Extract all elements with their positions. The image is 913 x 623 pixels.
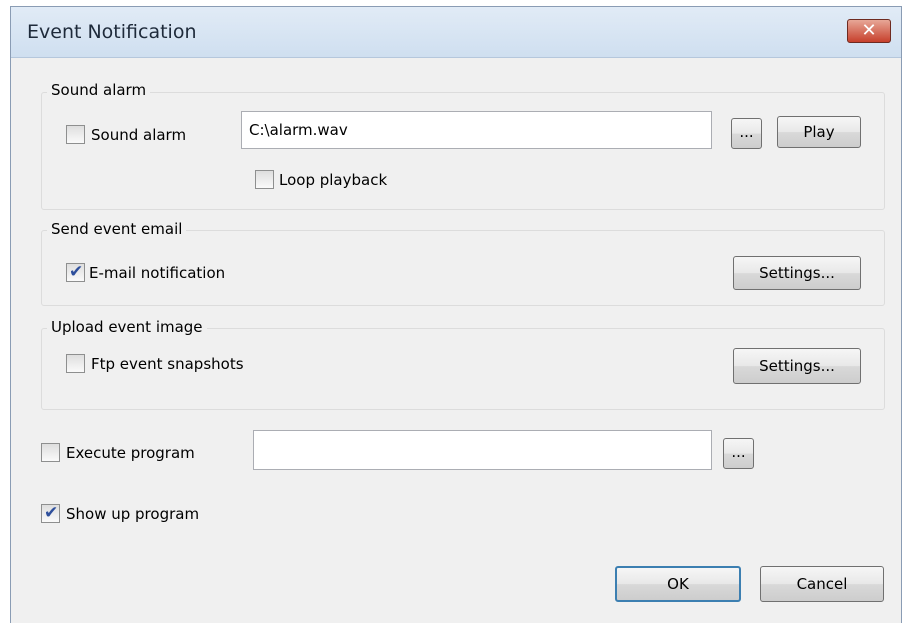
execute-program-checkbox[interactable] bbox=[41, 443, 60, 462]
show-up-program-checkbox[interactable] bbox=[41, 503, 60, 523]
email-settings-button[interactable]: Settings... bbox=[733, 256, 861, 290]
ftp-snapshots-label[interactable]: Ftp event snapshots bbox=[91, 355, 244, 373]
alarm-file-input[interactable]: C:\alarm.wav bbox=[241, 111, 712, 149]
event-notification-dialog: Event Notification ✕ Sound alarm Sound a… bbox=[10, 6, 902, 623]
execute-program-label[interactable]: Execute program bbox=[66, 444, 195, 462]
ftp-snapshots-checkbox[interactable] bbox=[66, 354, 85, 373]
loop-playback-label[interactable]: Loop playback bbox=[279, 171, 387, 189]
dialog-body: Sound alarm Sound alarm C:\alarm.wav ...… bbox=[11, 58, 901, 623]
ftp-settings-button[interactable]: Settings... bbox=[733, 348, 861, 384]
ok-button[interactable]: OK bbox=[615, 566, 741, 602]
sound-alarm-checkbox[interactable] bbox=[66, 125, 85, 144]
sound-alarm-checkbox-label[interactable]: Sound alarm bbox=[91, 126, 186, 144]
window-title: Event Notification bbox=[27, 21, 197, 43]
loop-playback-checkbox[interactable] bbox=[255, 170, 274, 189]
execute-program-input[interactable] bbox=[253, 430, 712, 470]
send-email-group-legend: Send event email bbox=[47, 220, 187, 238]
title-bar: Event Notification ✕ bbox=[11, 7, 901, 58]
email-notification-label[interactable]: E-mail notification bbox=[89, 264, 225, 282]
cancel-button[interactable]: Cancel bbox=[760, 566, 884, 602]
email-notification-checkbox[interactable] bbox=[66, 262, 85, 282]
play-button[interactable]: Play bbox=[777, 116, 861, 148]
sound-alarm-group-legend: Sound alarm bbox=[47, 81, 151, 99]
upload-image-group-legend: Upload event image bbox=[47, 318, 207, 336]
alarm-file-browse-button[interactable]: ... bbox=[731, 118, 762, 149]
execute-program-browse-button[interactable]: ... bbox=[723, 438, 754, 469]
close-button[interactable]: ✕ bbox=[847, 19, 891, 43]
show-up-program-label[interactable]: Show up program bbox=[66, 505, 199, 523]
sound-alarm-group bbox=[41, 92, 885, 210]
